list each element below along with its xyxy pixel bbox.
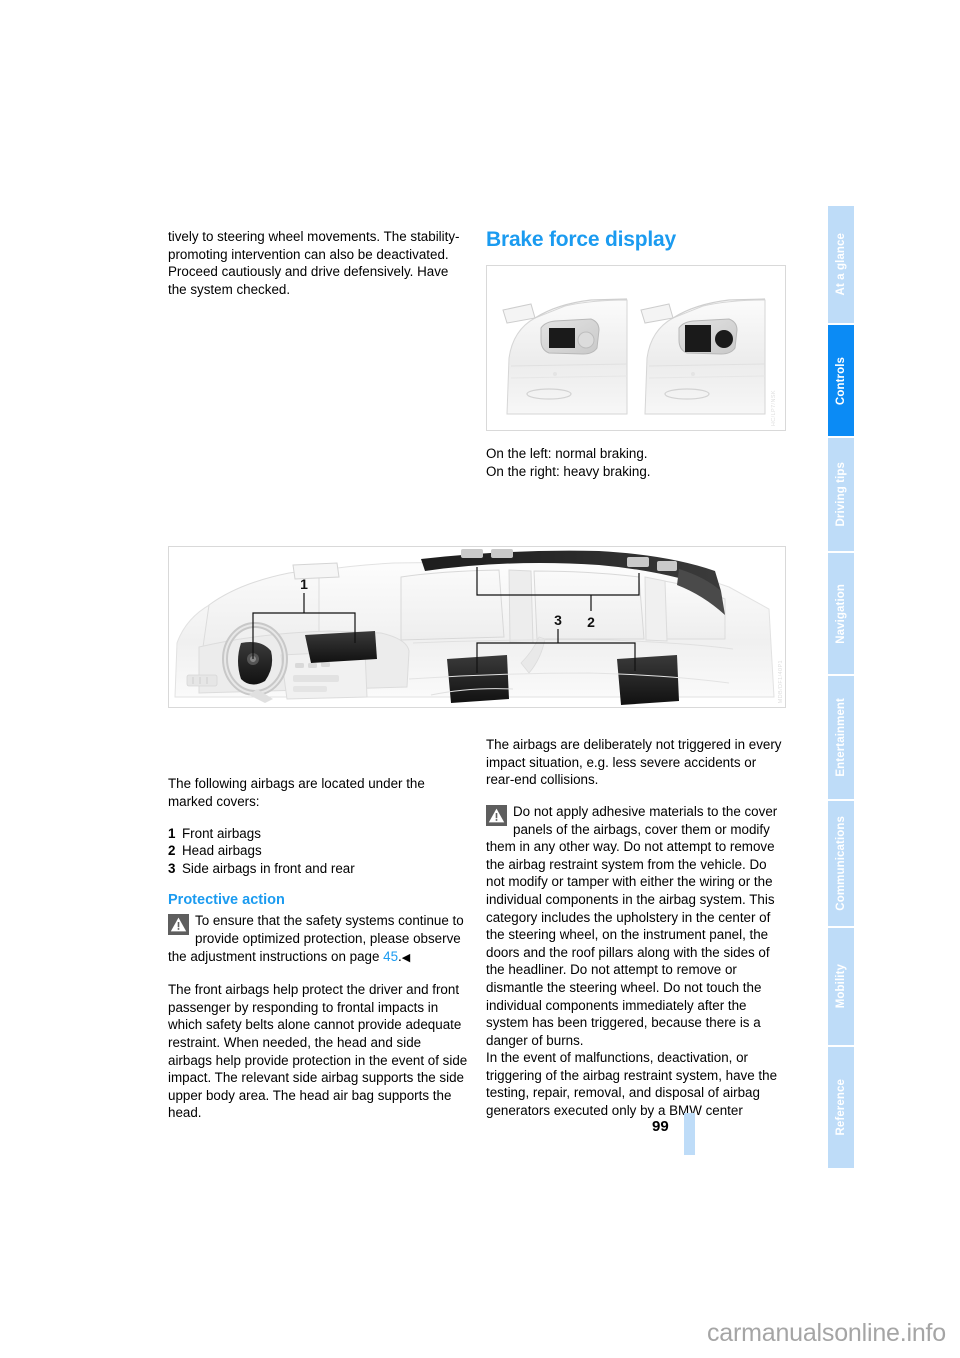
sidebar-tab-controls[interactable]: Controls [828,325,854,437]
sidebar-tab-label: Reference [835,1079,847,1136]
sidebar-tab-reference[interactable]: Reference [828,1047,854,1169]
sidebar-tab-label: Navigation [835,583,847,644]
list-item-label: Head airbags [182,843,262,859]
sidebar-tab-communications[interactable]: Communications [828,801,854,927]
sidebar-tab-at-a-glance[interactable]: At a glance [828,206,854,324]
page-number-bar [684,1113,695,1155]
figure-code: MDB/DF1/40P1 [778,659,784,703]
sidebar-tab-entertainment[interactable]: Entertainment [828,676,854,800]
figure-code: HC/LP7/NSK [771,389,778,426]
sidebar-tab-navigation[interactable]: Navigation [828,553,854,675]
warning-triangle-icon [486,804,507,826]
svg-text:2: 2 [587,614,595,630]
brake-caption-right: On the right: heavy braking. [486,463,651,479]
list-item-label: Front airbags [182,825,261,841]
svg-text:3: 3 [554,612,562,628]
airbag-body-paragraph: The front airbags help protect the drive… [168,982,468,1121]
warning-triangle-icon [168,914,189,936]
list-item-number: 3 [168,860,176,876]
continued-paragraph: tively to steering wheel movements. The … [168,229,460,297]
svg-text:1: 1 [300,576,308,592]
airbag-trigger-paragraph: The airbags are deliberately not trigger… [486,737,782,788]
list-item-number: 2 [168,843,176,859]
site-watermark: carmanualsonline.info [706,1319,946,1347]
sidebar-tab-label: Controls [835,356,847,405]
list-item: 3 Side airbags in front and rear [168,860,468,878]
warning-block-protective-action: To ensure that the safety systems contin… [168,912,468,967]
chapter-tab-sidebar: At a glance Controls Driving tips Naviga… [828,206,854,1169]
warning-text-protective-action: To ensure that the safety systems contin… [168,912,468,967]
sidebar-tab-label: Driving tips [835,462,847,527]
sidebar-tab-label: Entertainment [835,698,847,777]
warning-text-airbag-handling-continued: In the event of malfunctions, deactivati… [486,1050,778,1119]
sidebar-tab-mobility[interactable]: Mobility [828,928,854,1046]
airbag-locations-figure: 1 2 3 MDB/DF1/40P1 [168,546,786,708]
sidebar-tab-label: Communications [835,816,847,911]
sidebar-tab-driving-tips[interactable]: Driving tips [828,438,854,552]
page-number: 99 [652,1118,669,1135]
end-of-warning-mark: ◀ [401,951,411,964]
warning-text-airbag-handling: Do not apply adhesive materials to the c… [486,803,778,1048]
sidebar-tab-label: At a glance [835,233,847,296]
brake-force-display-figure: HC/LP7/NSK [486,265,786,431]
protective-action-heading: Protective action [168,892,285,909]
brake-caption-left: On the left: normal braking. [486,446,648,461]
airbag-legend-list: 1 Front airbags 2 Head airbags 3 Side ai… [168,825,468,878]
list-item: 1 Front airbags [168,825,468,843]
warning-text-lead: To ensure that the safety systems contin… [168,913,464,964]
list-item: 2 Head airbags [168,842,468,860]
brake-force-display-heading: Brake force display [486,228,676,251]
list-item-label: Side airbags in front and rear [182,860,355,876]
manual-page: At a glance Controls Driving tips Naviga… [0,0,960,1358]
airbags-intro-text: The following airbags are located under … [168,776,425,809]
page-reference-link[interactable]: 45 [383,949,398,964]
sidebar-tab-label: Mobility [835,964,847,1009]
list-item-number: 1 [168,825,176,841]
warning-block-airbag-handling: Do not apply adhesive materials to the c… [486,803,786,1120]
